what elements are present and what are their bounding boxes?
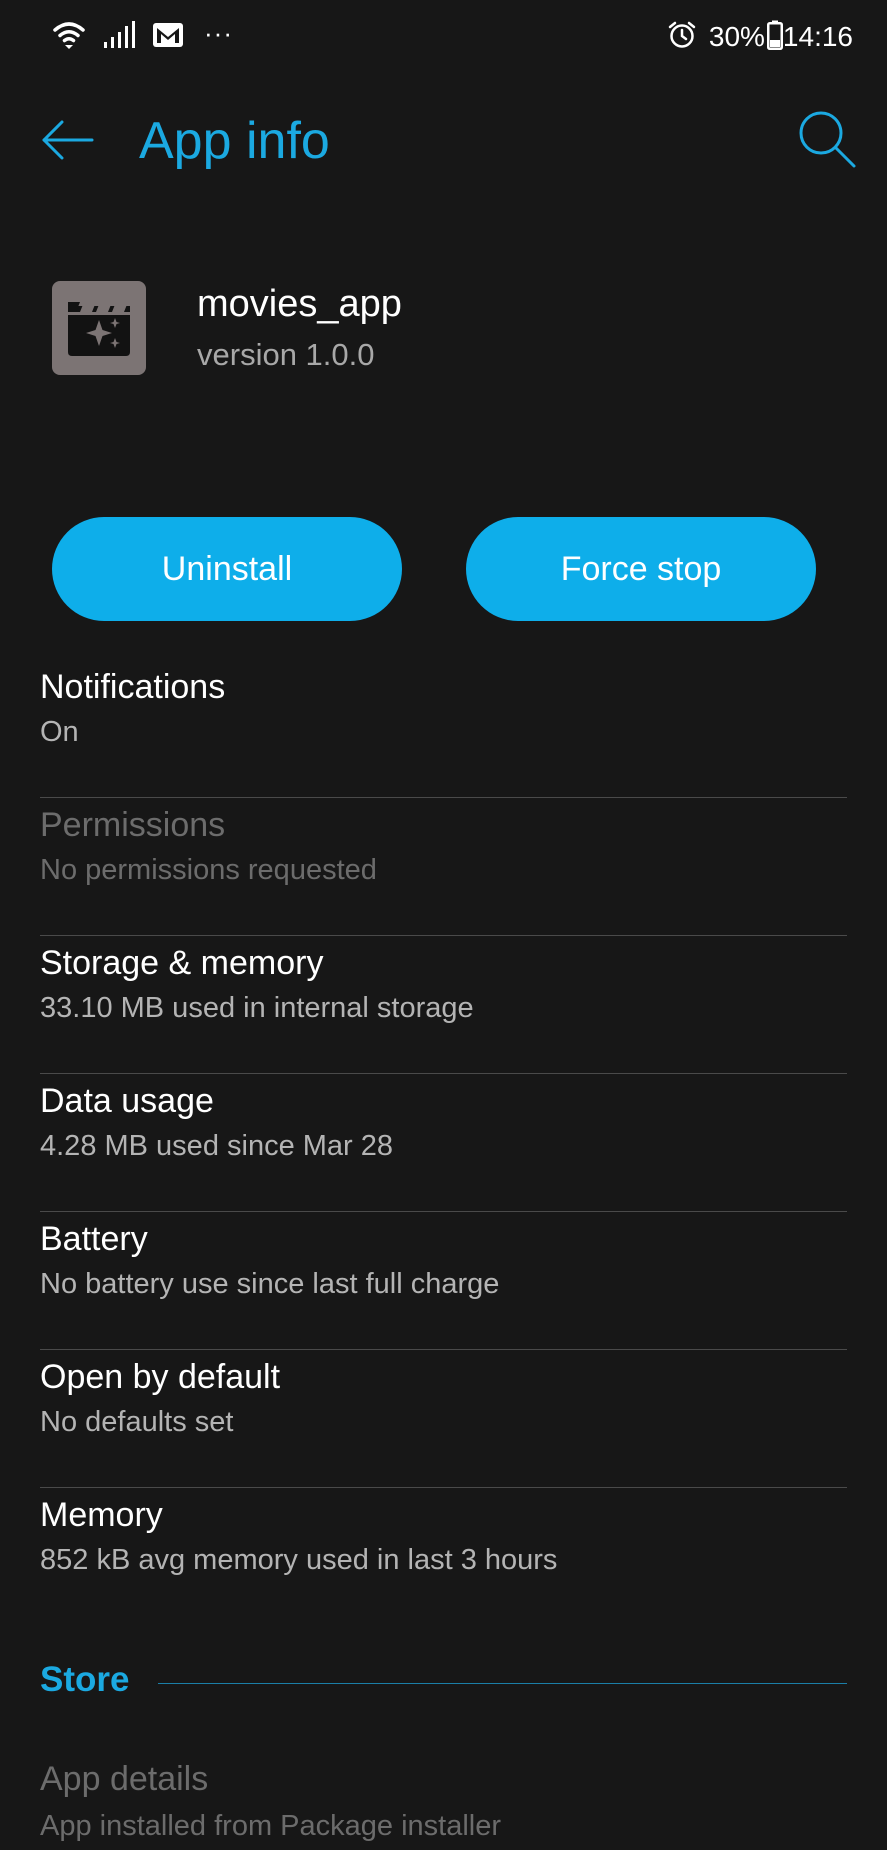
setting-title: Storage & memory xyxy=(40,944,324,982)
app-name: movies_app xyxy=(197,283,402,325)
section-divider xyxy=(158,1683,847,1684)
clapperboard-sparkle-icon xyxy=(68,302,130,356)
battery-percent: 30% xyxy=(708,21,765,52)
setting-storage-memory[interactable]: Storage & memory 33.10 MB used in intern… xyxy=(40,936,847,1074)
force-stop-button[interactable]: Force stop xyxy=(466,517,816,621)
alarm-icon xyxy=(667,20,697,55)
setting-app-details[interactable]: App details App installed from Package i… xyxy=(40,1760,847,1850)
section-header-store: Store xyxy=(40,1660,847,1708)
setting-notifications[interactable]: Notifications On xyxy=(40,660,847,798)
status-bar-left: ··· xyxy=(52,18,233,56)
status-bar-right: 30% 14:16 xyxy=(667,18,853,56)
app-bar: App info xyxy=(0,90,887,200)
setting-memory[interactable]: Memory 852 kB avg memory used in last 3 … xyxy=(40,1488,847,1626)
section-label: Store xyxy=(40,1660,130,1699)
setting-title: Data usage xyxy=(40,1082,214,1120)
uninstall-button[interactable]: Uninstall xyxy=(52,517,402,621)
setting-subtitle: 852 kB avg memory used in last 3 hours xyxy=(40,1544,558,1576)
setting-open-by-default[interactable]: Open by default No defaults set xyxy=(40,1350,847,1488)
setting-title: Battery xyxy=(40,1220,148,1258)
settings-list: Notifications On Permissions No permissi… xyxy=(0,660,887,1626)
search-button[interactable] xyxy=(796,108,858,170)
app-icon xyxy=(52,281,146,375)
setting-subtitle: On xyxy=(40,716,79,748)
setting-subtitle: 33.10 MB used in internal storage xyxy=(40,992,474,1024)
back-button[interactable] xyxy=(40,112,96,168)
arrow-left-icon xyxy=(42,120,94,160)
clock: 14:16 xyxy=(782,21,853,52)
gmail-icon xyxy=(152,22,184,53)
setting-title: Memory xyxy=(40,1496,163,1534)
overflow-indicator: ··· xyxy=(204,17,233,48)
setting-subtitle: No permissions requested xyxy=(40,854,377,886)
wifi-icon xyxy=(52,18,86,57)
setting-title: Open by default xyxy=(40,1358,281,1396)
setting-title: App details xyxy=(40,1760,209,1798)
setting-subtitle: App installed from Package installer xyxy=(40,1810,502,1842)
setting-battery[interactable]: Battery No battery use since last full c… xyxy=(40,1212,847,1350)
search-icon xyxy=(799,111,856,168)
setting-title: Permissions xyxy=(40,806,226,844)
cellular-signal-icon xyxy=(102,20,136,55)
setting-permissions: Permissions No permissions requested xyxy=(40,798,847,936)
status-bar: ··· 30% 14:16 xyxy=(0,0,887,76)
battery-icon xyxy=(766,20,783,55)
page-title: App info xyxy=(139,112,330,170)
setting-subtitle: No defaults set xyxy=(40,1406,234,1438)
setting-title: Notifications xyxy=(40,668,226,706)
setting-data-usage[interactable]: Data usage 4.28 MB used since Mar 28 xyxy=(40,1074,847,1212)
setting-subtitle: 4.28 MB used since Mar 28 xyxy=(40,1130,394,1162)
app-version: version 1.0.0 xyxy=(197,337,375,372)
setting-subtitle: No battery use since last full charge xyxy=(40,1268,500,1300)
